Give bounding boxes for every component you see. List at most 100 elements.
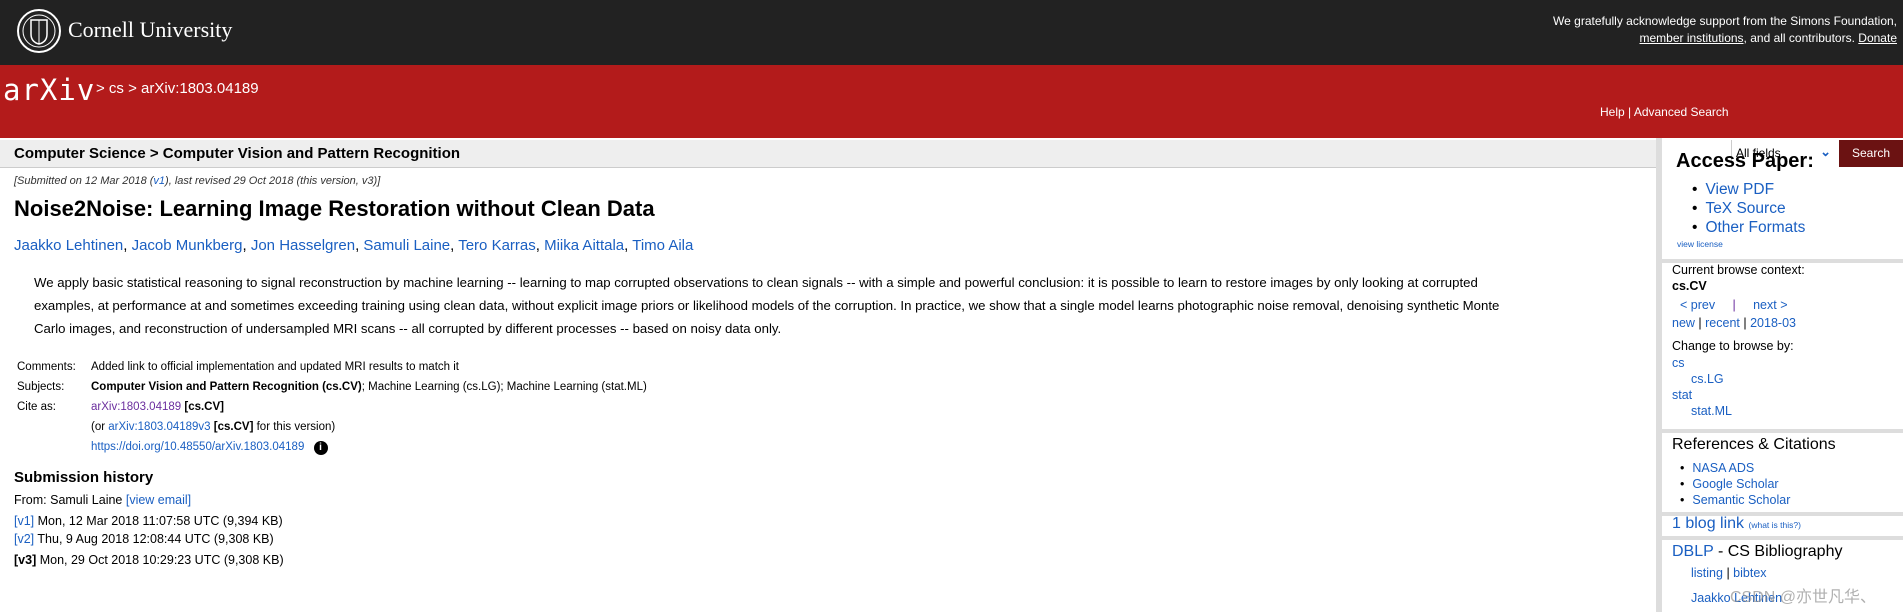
comments-label: Comments: bbox=[17, 361, 76, 373]
recent-link[interactable]: recent bbox=[1705, 316, 1740, 330]
author-link[interactable]: Jon Hasselgren bbox=[251, 237, 355, 254]
view-pdf-link[interactable]: View PDF bbox=[1705, 181, 1774, 198]
info-icon[interactable]: i bbox=[313, 441, 328, 455]
access-title: Access Paper: bbox=[1676, 150, 1814, 172]
dblp-link[interactable]: DBLP bbox=[1672, 543, 1714, 560]
other-formats-link[interactable]: Other Formats bbox=[1705, 219, 1805, 236]
ack-mid: , and all contributors. bbox=[1743, 31, 1855, 45]
what-is-this-link[interactable]: (what is this?) bbox=[1749, 520, 1801, 530]
version-row: [v1] Mon, 12 Mar 2018 11:07:58 UTC (9,39… bbox=[14, 514, 283, 528]
blog-row: 1 blog link (what is this?) bbox=[1672, 515, 1801, 533]
subjects-label: Subjects: bbox=[17, 381, 65, 393]
semantic-scholar-link[interactable]: Semantic Scholar bbox=[1692, 493, 1790, 507]
current-version: [v3] bbox=[14, 553, 37, 567]
author-link[interactable]: Timo Aila bbox=[632, 237, 693, 254]
bibtex-link[interactable]: bibtex bbox=[1733, 566, 1766, 580]
history-from: From: Samuli Laine [view email] bbox=[14, 493, 191, 507]
blog-link[interactable]: 1 blog link bbox=[1672, 515, 1744, 532]
dblp-links: listing | bibtex bbox=[1691, 566, 1767, 580]
cornell-header: Cornell University We gratefully acknowl… bbox=[0, 0, 1903, 65]
advanced-search-link[interactable]: Advanced Search bbox=[1634, 105, 1729, 119]
help-sep: | bbox=[1628, 105, 1632, 119]
author-link[interactable]: Jacob Munkberg bbox=[132, 237, 243, 254]
view-license-link[interactable]: view license bbox=[1677, 239, 1723, 249]
submitted-pre: [Submitted on 12 Mar 2018 ( bbox=[14, 175, 154, 187]
google-scholar-link[interactable]: Google Scholar bbox=[1692, 477, 1778, 491]
browse-cs-lg-link[interactable]: cs.LG bbox=[1691, 372, 1724, 386]
doi-row: https://doi.org/10.48550/arXiv.1803.0418… bbox=[91, 441, 328, 455]
from-text: From: Samuli Laine bbox=[14, 493, 123, 507]
authors: Jaakko Lehtinen, Jacob Munkberg, Jon Has… bbox=[14, 237, 694, 254]
view-email-link[interactable]: [view email] bbox=[126, 493, 191, 507]
comments-value: Added link to official implementation an… bbox=[91, 361, 459, 373]
abstract-line: We apply basic statistical reasoning to … bbox=[34, 275, 1478, 290]
arxiv-logo[interactable]: arXiv bbox=[3, 73, 95, 107]
category-heading: Computer Science > Computer Vision and P… bbox=[14, 145, 461, 162]
browse-stat-link[interactable]: stat bbox=[1672, 388, 1692, 402]
acknowledgement: We gratefully acknowledge support from t… bbox=[1553, 13, 1897, 47]
cite-link[interactable]: arXiv:1803.04189 bbox=[91, 401, 181, 413]
cornell-seal-icon bbox=[17, 9, 61, 53]
cite2-pre: (or bbox=[91, 421, 106, 433]
cornell-name: Cornell University bbox=[68, 17, 233, 42]
tex-source-link[interactable]: TeX Source bbox=[1705, 200, 1785, 217]
doi-link[interactable]: https://doi.org/10.48550/arXiv.1803.0418… bbox=[91, 441, 304, 453]
change-label: Change to browse by: bbox=[1672, 339, 1794, 353]
version-row: [v3] Mon, 29 Oct 2018 10:29:23 UTC (9,30… bbox=[14, 553, 284, 567]
member-institutions-link[interactable]: member institutions bbox=[1640, 31, 1744, 45]
category-bar: Computer Science > Computer Vision and P… bbox=[0, 140, 1656, 168]
v1-link[interactable]: v1 bbox=[153, 175, 165, 187]
browse-stat-ml-link[interactable]: stat.ML bbox=[1691, 404, 1732, 418]
new-link[interactable]: new bbox=[1672, 316, 1695, 330]
prev-next: < prev | next > bbox=[1680, 298, 1788, 312]
sidebar-divider bbox=[1656, 138, 1662, 612]
version-row: [v2] Thu, 9 Aug 2018 12:08:44 UTC (9,308… bbox=[14, 532, 274, 546]
abstract-line: examples, at performance at and sometime… bbox=[34, 298, 1500, 313]
version-text: Thu, 9 Aug 2018 12:08:44 UTC (9,308 KB) bbox=[37, 532, 274, 546]
pipe: | bbox=[1732, 298, 1736, 312]
submitted-post: ), last revised 29 Oct 2018 (this versio… bbox=[165, 175, 381, 187]
refs-links: NASA ADS Google Scholar Semantic Scholar bbox=[1680, 460, 1790, 508]
chevron-down-icon: ⌄ bbox=[1820, 144, 1831, 159]
version-text: Mon, 12 Mar 2018 11:07:58 UTC (9,394 KB) bbox=[37, 514, 283, 528]
version-link[interactable]: [v2] bbox=[14, 532, 34, 546]
version-link[interactable]: [v1] bbox=[14, 514, 34, 528]
browse-cs-link[interactable]: cs bbox=[1672, 356, 1685, 370]
context-label: Current browse context: bbox=[1672, 263, 1805, 277]
help-link[interactable]: Help bbox=[1600, 105, 1625, 119]
nasa-ads-link[interactable]: NASA ADS bbox=[1692, 461, 1754, 475]
watermark: CSDN @亦世凡华、 bbox=[1730, 589, 1877, 606]
refs-title: References & Citations bbox=[1672, 436, 1836, 453]
abstract: We apply basic statistical reasoning to … bbox=[34, 271, 1499, 340]
cite2-category: [cs.CV] bbox=[213, 421, 254, 433]
donate-link[interactable]: Donate bbox=[1858, 31, 1897, 45]
cite-version-link[interactable]: arXiv:1803.04189v3 bbox=[108, 421, 210, 433]
subjects-value: Computer Vision and Pattern Recognition … bbox=[91, 381, 647, 393]
cite-version: (or arXiv:1803.04189v3 [cs.CV] for this … bbox=[91, 421, 335, 433]
month-link[interactable]: 2018-03 bbox=[1750, 316, 1796, 330]
author-link[interactable]: Jaakko Lehtinen bbox=[14, 237, 123, 254]
search-button[interactable]: Search bbox=[1839, 140, 1903, 167]
browse-nav: new | recent | 2018-03 bbox=[1672, 316, 1796, 330]
next-link[interactable]: next > bbox=[1753, 298, 1787, 312]
cite-category: [cs.CV] bbox=[184, 401, 224, 413]
prev-link[interactable]: < prev bbox=[1680, 298, 1715, 312]
version-text: Mon, 29 Oct 2018 10:29:23 UTC (9,308 KB) bbox=[39, 553, 284, 567]
access-links: View PDF TeX Source Other Formats bbox=[1692, 180, 1805, 237]
author-link[interactable]: Miika Aittala bbox=[544, 237, 624, 254]
author-link[interactable]: Tero Karras bbox=[458, 237, 536, 254]
arxiv-header: arXiv > cs > arXiv:1803.04189 All fields… bbox=[0, 65, 1903, 167]
cite2-post: for this version) bbox=[256, 421, 336, 433]
cite-value: arXiv:1803.04189 [cs.CV] bbox=[91, 401, 224, 413]
abstract-line: Carlo images, and reconstruction of unde… bbox=[34, 321, 782, 336]
breadcrumb[interactable]: > cs > arXiv:1803.04189 bbox=[96, 80, 259, 97]
paper-title: Noise2Noise: Learning Image Restoration … bbox=[14, 196, 655, 221]
author-link[interactable]: Samuli Laine bbox=[363, 237, 450, 254]
listing-link[interactable]: listing bbox=[1691, 566, 1723, 580]
other-subjects: ; Machine Learning (cs.LG); Machine Lear… bbox=[361, 381, 647, 393]
divider bbox=[1662, 429, 1903, 433]
ack-text: We gratefully acknowledge support from t… bbox=[1553, 14, 1897, 28]
submission-dates: [Submitted on 12 Mar 2018 (v1), last rev… bbox=[14, 175, 380, 187]
dblp-row: DBLP - CS Bibliography bbox=[1672, 543, 1842, 561]
history-title: Submission history bbox=[14, 469, 154, 486]
